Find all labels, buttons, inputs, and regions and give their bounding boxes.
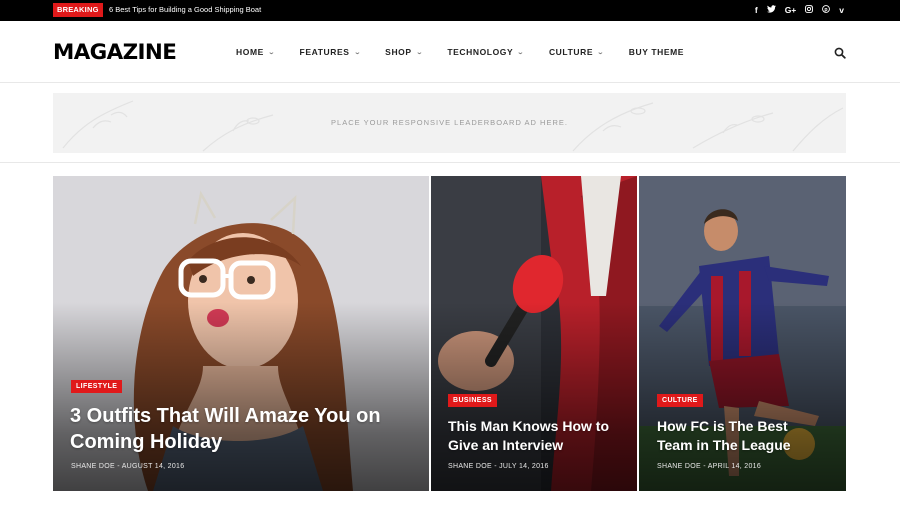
post-date: AUGUST 14, 2016 <box>121 463 185 470</box>
featured-post-culture[interactable]: CULTURE How FC is The Best Team in The L… <box>639 176 846 491</box>
post-title[interactable]: How FC is The Best Team in The League <box>657 417 791 455</box>
category-badge[interactable]: LIFESTYLE <box>71 380 123 393</box>
post-title[interactable]: 3 Outfits That Will Amaze You on Coming … <box>70 403 381 455</box>
chevron-down-icon: ⌄ <box>415 49 424 56</box>
post-author[interactable]: SHANE DOE <box>71 463 115 470</box>
ad-section: PLACE YOUR RESPONSIVE LEADERBOARD AD HER… <box>0 83 900 163</box>
post-date: APRIL 14, 2016 <box>707 463 762 470</box>
category-badge[interactable]: BUSINESS <box>448 394 497 407</box>
chevron-down-icon: ⌄ <box>596 49 605 56</box>
chevron-down-icon: ⌄ <box>267 49 276 56</box>
site-header: MAGAZINE HOME ⌄ FEATURES ⌄ SHOP ⌄ TECHNOLOG… <box>0 21 900 83</box>
chevron-down-icon: ⌄ <box>353 49 362 56</box>
chevron-down-icon: ⌄ <box>517 49 526 56</box>
post-author[interactable]: SHANE DOE <box>657 463 701 470</box>
google-plus-icon[interactable]: G+ <box>785 0 797 21</box>
post-title-line: Team in The League <box>657 437 791 453</box>
category-badge[interactable]: CULTURE <box>657 394 703 407</box>
search-icon[interactable] <box>834 46 846 59</box>
breaking-badge: BREAKING <box>53 3 103 17</box>
featured-post-business[interactable]: BUSINESS This Man Knows How to Give an I… <box>431 176 637 491</box>
nav-home[interactable]: HOME ⌄ <box>236 47 275 57</box>
post-title-line: Give an Interview <box>448 437 564 453</box>
nav-culture[interactable]: CULTURE ⌄ <box>549 47 604 57</box>
featured-post-lifestyle[interactable]: LIFESTYLE 3 Outfits That Will Amaze You … <box>53 176 429 491</box>
facebook-icon[interactable]: f <box>755 0 758 21</box>
vimeo-icon[interactable]: v <box>839 0 844 21</box>
nav-label: CULTURE <box>548 47 594 57</box>
post-title-line: How FC is The Best <box>657 418 788 434</box>
post-meta: SHANE DOE - AUGUST 14, 2016 <box>71 463 184 470</box>
main-nav: HOME ⌄ FEATURES ⌄ SHOP ⌄ TECHNOLOGY ⌄ CULTUR… <box>236 21 709 83</box>
nav-label: SHOP <box>385 47 412 57</box>
post-title-line: Coming Holiday <box>70 431 223 453</box>
post-title[interactable]: This Man Knows How to Give an Interview <box>448 417 609 455</box>
pinterest-icon[interactable]: p <box>822 0 831 21</box>
post-date: JULY 14, 2016 <box>499 463 549 470</box>
social-links: f G+ p v <box>755 0 844 21</box>
nav-label: FEATURES <box>299 47 350 57</box>
nav-technology[interactable]: TECHNOLOGY ⌄ <box>447 47 524 57</box>
nav-shop[interactable]: SHOP ⌄ <box>385 47 422 57</box>
top-bar: BREAKING 6 Best Tips for Building a Good… <box>0 0 900 21</box>
post-meta: SHANE DOE - JULY 14, 2016 <box>448 463 549 470</box>
post-author[interactable]: SHANE DOE <box>448 463 492 470</box>
nav-label: TECHNOLOGY <box>447 47 514 57</box>
nav-label: HOME <box>236 47 264 57</box>
svg-text:p: p <box>825 7 828 13</box>
ad-placeholder-text: PLACE YOUR RESPONSIVE LEADERBOARD AD HER… <box>331 118 568 127</box>
post-title-line: 3 Outfits That Will Amaze You on <box>70 405 381 427</box>
nav-features[interactable]: FEATURES ⌄ <box>300 47 361 57</box>
breaking-news-link[interactable]: 6 Best Tips for Building a Good Shipping… <box>109 0 261 21</box>
post-meta: SHANE DOE - APRIL 14, 2016 <box>657 463 761 470</box>
nav-buy-theme[interactable]: BUY THEME <box>629 47 684 57</box>
nav-label: BUY THEME <box>628 47 685 57</box>
twitter-icon[interactable] <box>766 0 776 21</box>
instagram-icon[interactable] <box>805 0 814 21</box>
leaderboard-ad[interactable]: PLACE YOUR RESPONSIVE LEADERBOARD AD HER… <box>53 93 846 153</box>
site-logo[interactable]: MAGAZINE <box>53 40 177 64</box>
post-title-line: This Man Knows How to <box>448 418 609 434</box>
